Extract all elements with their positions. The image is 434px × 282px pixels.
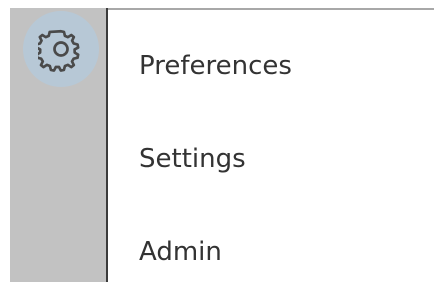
settings-menu: Preferences Settings Admin	[108, 10, 434, 282]
app-window: Preferences Settings Admin	[0, 0, 434, 282]
settings-toggle-button[interactable]	[23, 11, 99, 87]
menu-item-admin[interactable]: Admin	[139, 232, 222, 272]
menu-item-preferences[interactable]: Preferences	[139, 46, 292, 86]
menu-item-settings[interactable]: Settings	[139, 139, 246, 179]
gear-icon	[38, 26, 84, 72]
